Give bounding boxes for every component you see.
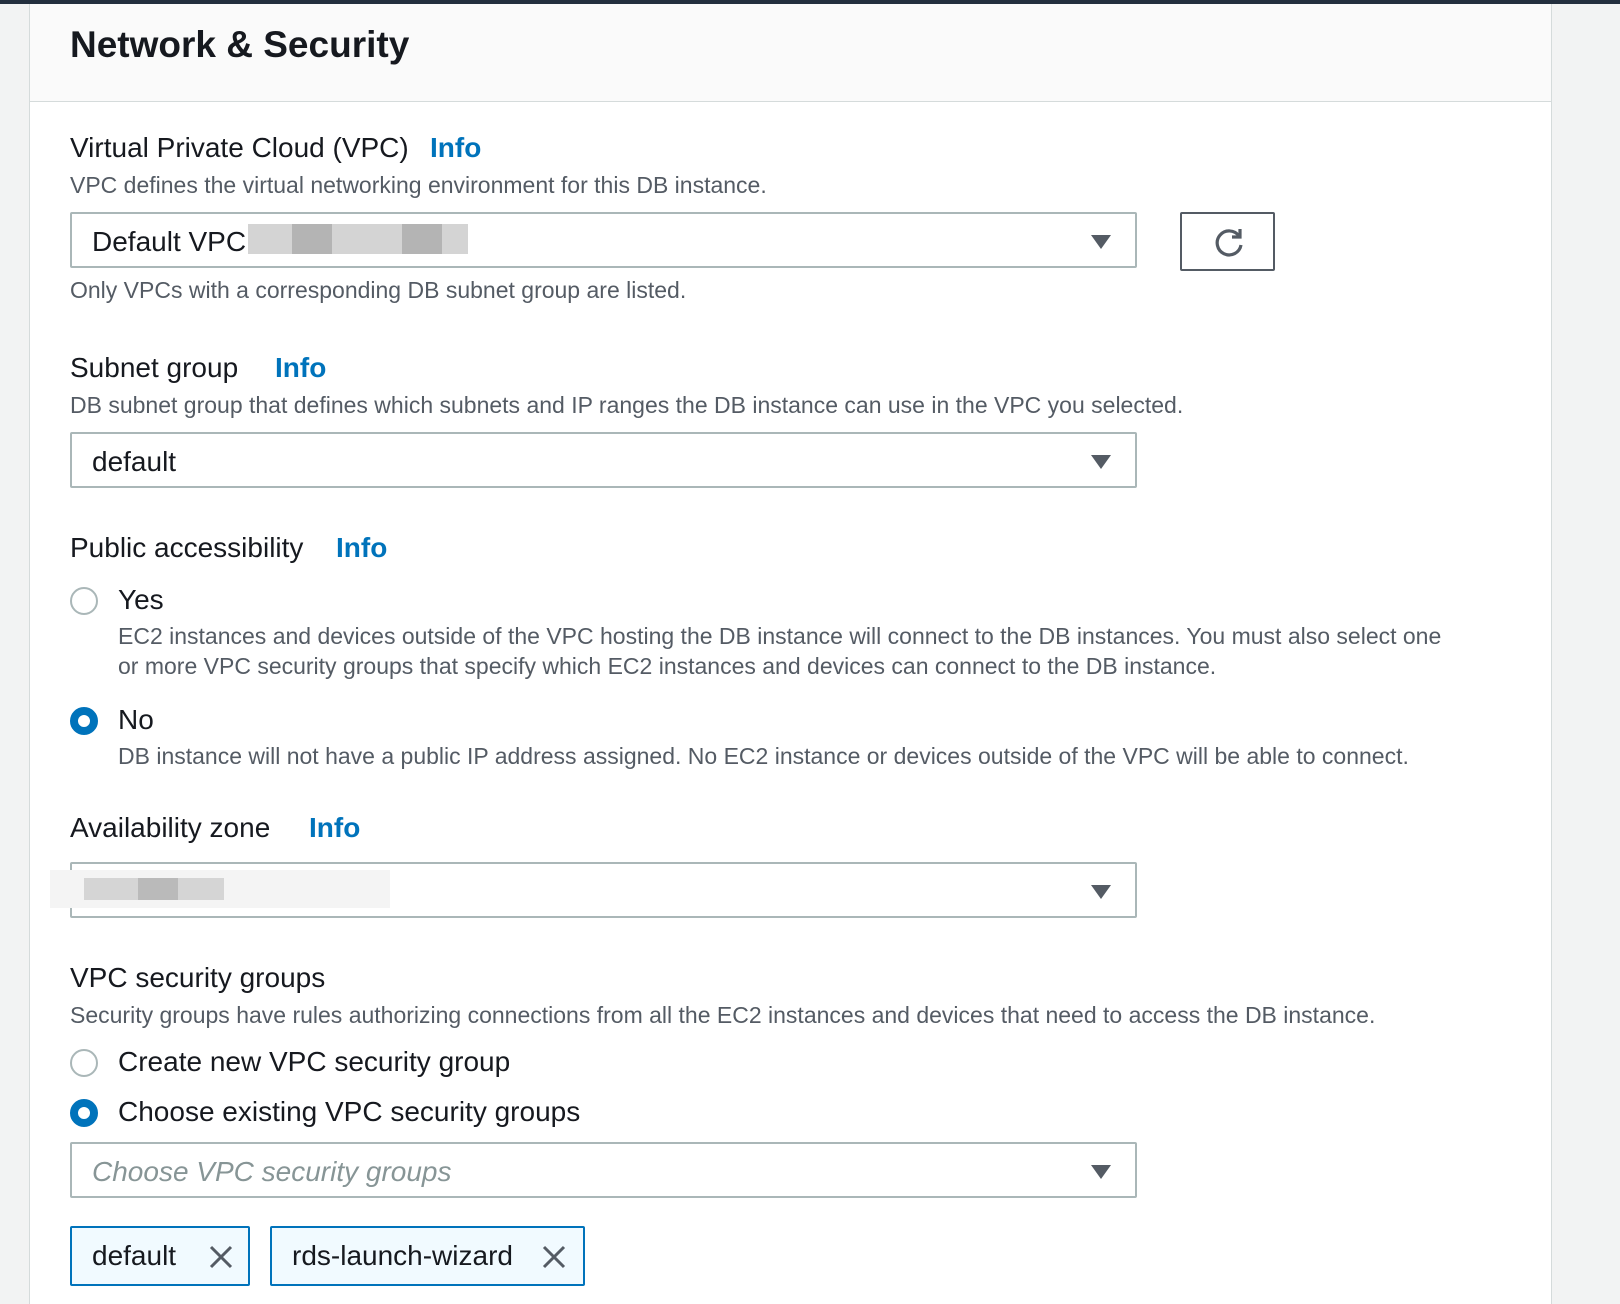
redacted-zone: [138, 878, 178, 900]
vpc-info-link[interactable]: Info: [430, 132, 481, 164]
subnet-group-select[interactable]: default: [70, 432, 1137, 488]
public-accessibility-info-link[interactable]: Info: [336, 532, 387, 564]
vpc-description: VPC defines the virtual networking envir…: [70, 172, 767, 198]
security-groups-placeholder: Choose VPC security groups: [92, 1156, 452, 1187]
availability-zone-select[interactable]: [50, 862, 1137, 918]
chevron-down-icon: [1091, 235, 1111, 249]
choose-existing-sg-label[interactable]: Choose existing VPC security groups: [118, 1096, 580, 1128]
refresh-button[interactable]: [1180, 212, 1275, 271]
public-accessibility-label: Public accessibility: [70, 532, 304, 563]
choose-existing-sg-radio[interactable]: [70, 1099, 98, 1127]
subnet-group-label: Subnet group: [70, 352, 239, 383]
vpc-select[interactable]: Default VPC: [70, 212, 1137, 268]
security-groups-label: VPC security groups: [70, 962, 326, 993]
public-no-radio[interactable]: [70, 707, 98, 735]
public-yes-label[interactable]: Yes: [118, 584, 164, 616]
create-new-sg-label[interactable]: Create new VPC security group: [118, 1046, 510, 1078]
public-yes-radio[interactable]: [70, 587, 98, 615]
refresh-icon: [1215, 229, 1243, 257]
security-groups-select[interactable]: Choose VPC security groups: [70, 1142, 1137, 1198]
public-yes-description-line1: EC2 instances and devices outside of the…: [118, 623, 1442, 649]
create-new-sg-radio[interactable]: [70, 1049, 98, 1077]
security-group-token: rds-launch-wizard: [270, 1226, 585, 1286]
public-yes-description-line2: or more VPC security groups that specify…: [118, 653, 1217, 679]
public-no-label[interactable]: No: [118, 704, 154, 736]
vpc-selected-value: Default VPC: [92, 226, 247, 257]
vpc-label: Virtual Private Cloud (VPC): [70, 132, 409, 163]
redacted-vpc-id: [402, 224, 442, 254]
availability-zone-label: Availability zone: [70, 812, 271, 843]
chevron-down-icon: [1091, 455, 1111, 469]
security-group-token: default: [70, 1226, 250, 1286]
network-security-panel: Network & Security Virtual Private Cloud…: [29, 4, 1552, 1304]
public-no-description: DB instance will not have a public IP ad…: [118, 743, 1409, 769]
subnet-group-description: DB subnet group that defines which subne…: [70, 392, 1184, 418]
redacted-vpc-id: [292, 224, 332, 254]
vpc-note: Only VPCs with a corresponding DB subnet…: [70, 277, 687, 303]
security-groups-description: Security groups have rules authorizing c…: [70, 1002, 1376, 1028]
close-icon[interactable]: [541, 1244, 567, 1270]
token-label: default: [92, 1240, 177, 1271]
panel-header: Network & Security: [30, 4, 1551, 102]
chevron-down-icon: [1091, 1165, 1111, 1179]
token-label: rds-launch-wizard: [292, 1240, 513, 1271]
subnet-group-selected-value: default: [92, 446, 177, 477]
availability-zone-info-link[interactable]: Info: [309, 812, 360, 844]
panel-title: Network & Security: [70, 24, 410, 65]
subnet-group-info-link[interactable]: Info: [275, 352, 326, 384]
chevron-down-icon: [1091, 885, 1111, 899]
close-icon[interactable]: [208, 1244, 234, 1270]
